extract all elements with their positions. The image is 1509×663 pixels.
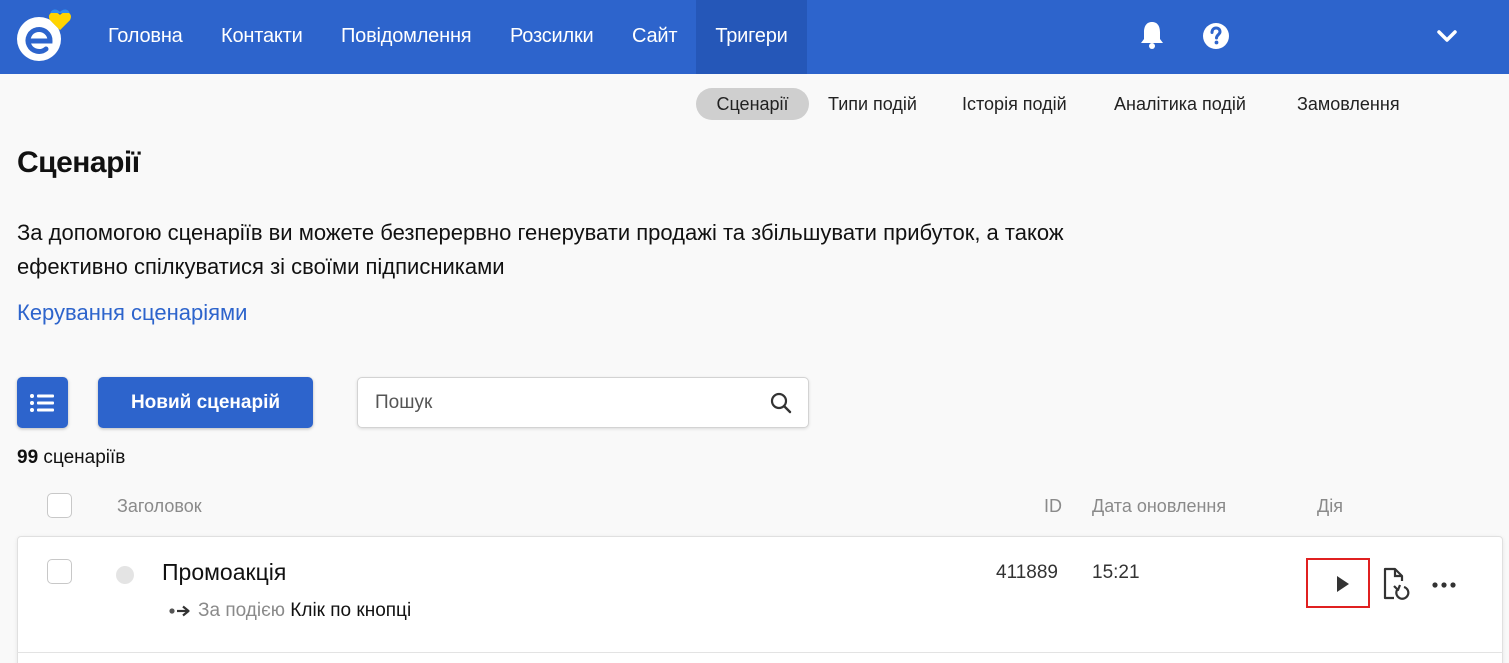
column-header-id[interactable]: ID [1044, 496, 1062, 517]
play-icon [1337, 576, 1349, 592]
search-icon[interactable] [770, 392, 792, 414]
new-scenario-button[interactable]: Новий сценарій [98, 377, 313, 428]
help-icon[interactable] [1202, 22, 1230, 55]
scenario-title[interactable]: Промоакція [162, 559, 286, 586]
trigger-value: Клік по кнопці [290, 600, 412, 621]
list-view-button[interactable] [17, 377, 68, 428]
scenario-count: 99 сценаріїв [17, 447, 125, 469]
nav-item-contacts[interactable]: Контакти [221, 0, 303, 74]
restart-scenario-button[interactable] [1380, 566, 1412, 602]
page-description: За допомогою сценаріїв ви можете безпере… [17, 216, 1217, 284]
subnav-scenarios[interactable]: Сценарії [696, 88, 809, 120]
file-restart-icon [1383, 567, 1410, 600]
page-description-line-2: ефективно спілкуватися зі своїми підписн… [17, 254, 505, 279]
column-header-title[interactable]: Заголовок [117, 496, 202, 517]
trigger-type-label: За подією [198, 600, 286, 621]
subnav-event-history[interactable]: Історія подій [962, 88, 1067, 120]
top-navbar: Головна Контакти Повідомлення Розсилки С… [0, 0, 1509, 74]
nav-item-messages[interactable]: Повідомлення [341, 0, 472, 74]
select-all-checkbox[interactable] [47, 493, 72, 518]
page-description-line-1: За допомогою сценаріїв ви можете безпере… [17, 220, 1064, 245]
more-icon [1432, 582, 1456, 588]
subnav-event-types[interactable]: Типи подій [828, 88, 917, 120]
chevron-down-icon[interactable] [1436, 28, 1458, 44]
logo-icon[interactable] [14, 8, 88, 64]
row-checkbox[interactable] [47, 559, 72, 584]
manage-scenarios-link[interactable]: Керування сценаріями [17, 300, 247, 326]
status-indicator [116, 566, 134, 584]
nav-item-home[interactable]: Головна [108, 0, 183, 74]
start-scenario-button[interactable] [1306, 558, 1370, 608]
trigger-arrow-icon [169, 605, 190, 617]
list-icon [30, 394, 54, 412]
bell-icon[interactable] [1139, 20, 1165, 55]
column-header-action: Дія [1317, 496, 1343, 516]
trigger-info: За подією Клік по кнопці [168, 600, 411, 622]
search-box [357, 377, 809, 428]
nav-item-triggers[interactable]: Тригери [696, 0, 807, 74]
row-divider [17, 652, 1503, 653]
page-title: Сценарії [17, 146, 140, 179]
nav-item-site[interactable]: Сайт [632, 0, 678, 74]
more-actions-button[interactable] [1430, 574, 1460, 594]
nav-item-mailings[interactable]: Розсилки [510, 0, 594, 74]
search-input[interactable] [375, 378, 755, 427]
scenario-count-number: 99 [17, 447, 39, 468]
subnav-event-analytics[interactable]: Аналітика подій [1114, 88, 1246, 120]
subnav-orders[interactable]: Замовлення [1297, 88, 1400, 120]
scenario-count-label: сценаріїв [43, 447, 126, 468]
scenario-updated-date: 15:21 [1092, 562, 1140, 583]
scenario-id: 411889 [996, 562, 1058, 583]
column-header-date[interactable]: Дата оновлення [1092, 496, 1226, 517]
